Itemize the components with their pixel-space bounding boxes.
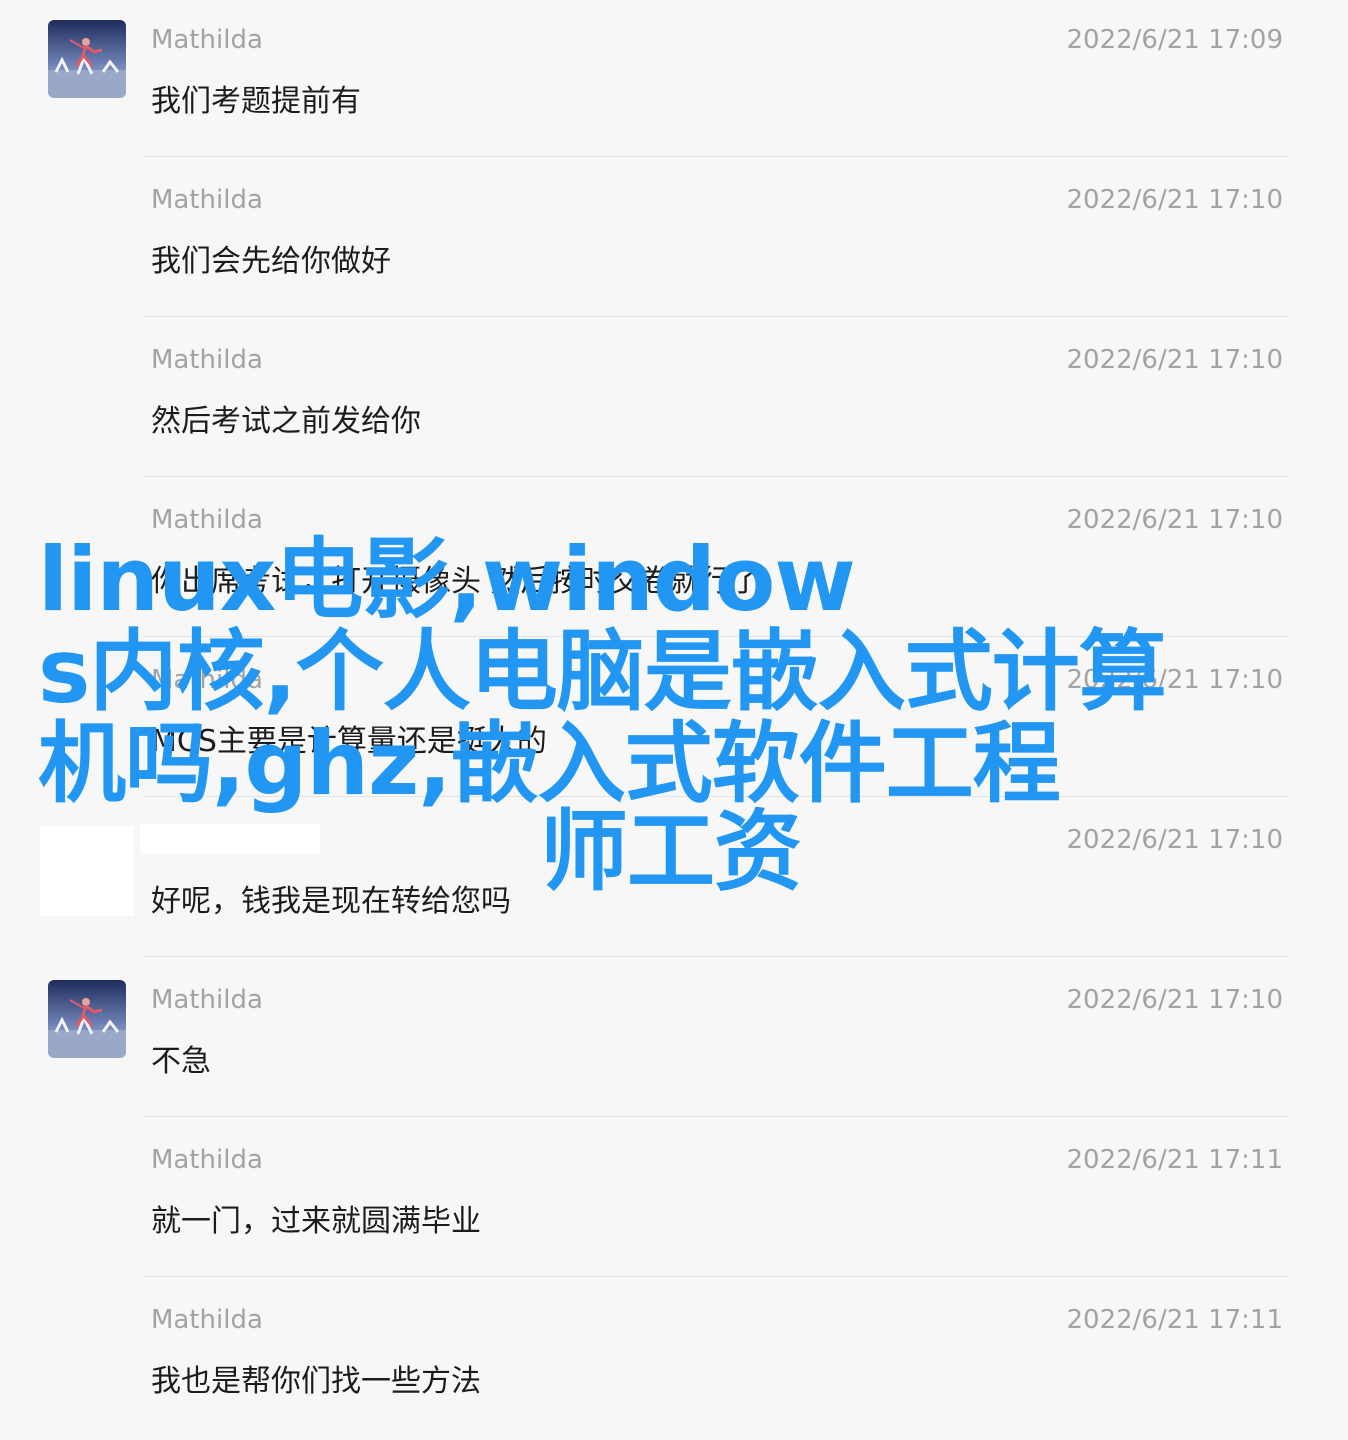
message-text[interactable]: 不急 (151, 1042, 211, 1082)
message-text[interactable]: 然后考试之前发给你 (151, 402, 421, 442)
sender-name: Mathilda (151, 1145, 263, 1175)
message-text[interactable]: 就一门，过来就圆满毕业 (151, 1202, 481, 1242)
message-timestamp: 2022/6/21 17:11 (1066, 1145, 1283, 1175)
message-timestamp: 2022/6/21 17:10 (1066, 825, 1283, 855)
divider (145, 476, 1287, 477)
sender-name: Mathilda (151, 185, 263, 215)
redacted-avatar (40, 826, 134, 916)
sender-name: Mathilda (151, 665, 263, 695)
avatar[interactable] (48, 980, 126, 1058)
divider (145, 956, 1287, 957)
message-text[interactable]: 你出席考试，打开摄像头 然后按时交卷就行了 (151, 562, 761, 602)
message-text[interactable]: 好呢，钱我是现在转给您吗 (151, 882, 511, 922)
sender-name: Mathilda (151, 1305, 263, 1335)
dancer-photo-icon (48, 20, 126, 98)
message-timestamp: 2022/6/21 17:09 (1066, 25, 1283, 55)
divider (145, 1116, 1287, 1117)
message-row: Mathilda 2022/6/21 17:10 然后考试之前发给你 (0, 320, 1348, 480)
divider (145, 636, 1287, 637)
message-timestamp: 2022/6/21 17:10 (1066, 985, 1283, 1015)
message-timestamp: 2022/6/21 17:10 (1066, 345, 1283, 375)
sender-name: Mathilda (151, 985, 263, 1015)
message-row: Mathilda 2022/6/21 17:10 MCS主要是计算量还是挺大的 (0, 640, 1348, 800)
message-row: Mathilda 2022/6/21 17:11 我也是帮你们找一些方法 (0, 1280, 1348, 1440)
dancer-photo-icon (48, 980, 126, 1058)
sender-name: Mathilda (151, 345, 263, 375)
message-row: Mathilda 2022/6/21 17:10 不急 (0, 960, 1348, 1120)
divider (145, 796, 1287, 797)
message-row: Mathilda 2022/6/21 17:10 你出席考试，打开摄像头 然后按… (0, 480, 1348, 640)
redacted-sender-name (140, 824, 320, 854)
avatar[interactable] (48, 20, 126, 98)
message-row: Mathilda 2022/6/21 17:10 我们会先给你做好 (0, 160, 1348, 320)
chat-history: Mathilda 2022/6/21 17:09 我们考题提前有 Mathild… (0, 0, 1348, 1410)
message-timestamp: 2022/6/21 17:10 (1066, 665, 1283, 695)
message-timestamp: 2022/6/21 17:10 (1066, 505, 1283, 535)
sender-name: Mathilda (151, 25, 263, 55)
message-row: Mathilda 2022/6/21 17:11 就一门，过来就圆满毕业 (0, 1120, 1348, 1280)
message-text[interactable]: 我也是帮你们找一些方法 (151, 1362, 481, 1402)
message-timestamp: 2022/6/21 17:11 (1066, 1305, 1283, 1335)
message-text[interactable]: 我们会先给你做好 (151, 242, 391, 282)
sender-name: Mathilda (151, 505, 263, 535)
message-timestamp: 2022/6/21 17:10 (1066, 185, 1283, 215)
message-row: Mathilda 2022/6/21 17:09 我们考题提前有 (0, 0, 1348, 160)
divider (145, 156, 1287, 157)
message-text[interactable]: 我们考题提前有 (151, 82, 361, 122)
message-text[interactable]: MCS主要是计算量还是挺大的 (151, 722, 547, 762)
divider (145, 1276, 1287, 1277)
divider (145, 316, 1287, 317)
